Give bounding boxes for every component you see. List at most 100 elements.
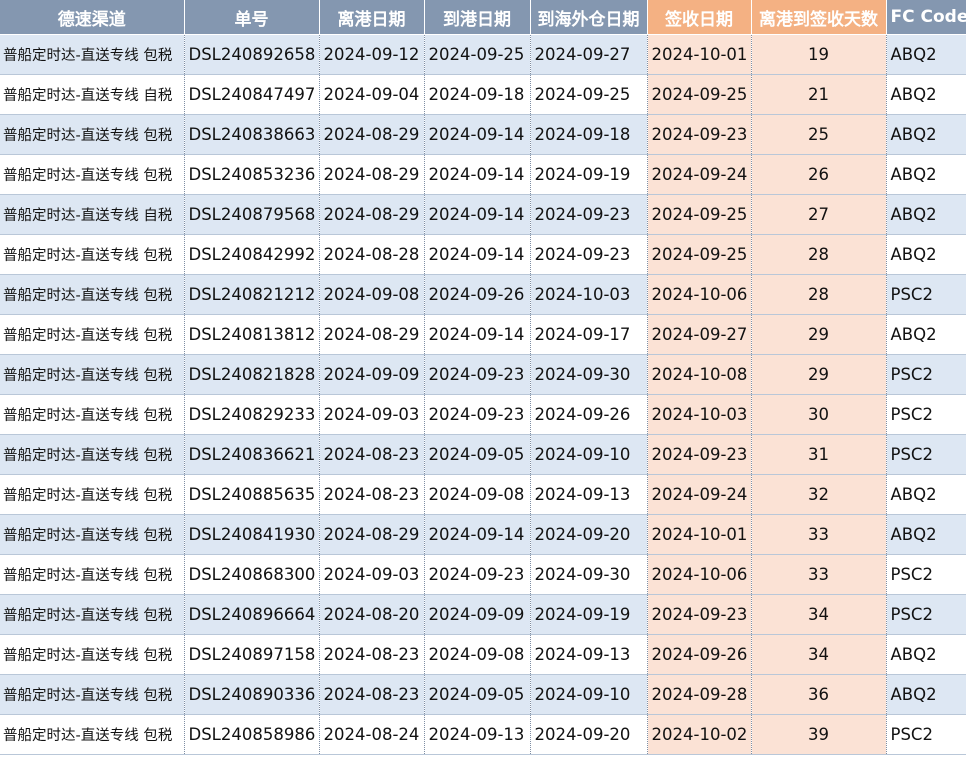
cell-warehouse-date[interactable]: 2024-09-19 [530,154,648,195]
cell-arrive-date[interactable]: 2024-09-08 [424,474,531,515]
cell-fc-code[interactable]: ABQ2 [886,514,966,555]
cell-fc-code[interactable]: ABQ2 [886,314,966,355]
cell-depart-date[interactable]: 2024-08-29 [319,114,425,155]
col-header-warehouse-date[interactable]: 到海外仓日期 [530,0,648,35]
cell-arrive-date[interactable]: 2024-09-25 [424,34,531,75]
cell-arrive-date[interactable]: 2024-09-23 [424,354,531,395]
cell-order-number[interactable]: DSL240821212 [184,274,320,315]
col-header-order[interactable]: 单号 [184,0,320,35]
cell-arrive-date[interactable]: 2024-09-13 [424,714,531,755]
cell-channel[interactable]: 普船定时达-直送专线 包税 [0,474,185,515]
cell-warehouse-date[interactable]: 2024-09-13 [530,474,648,515]
cell-signed-date[interactable]: 2024-09-24 [647,474,752,515]
cell-channel[interactable]: 普船定时达-直送专线 包税 [0,234,185,275]
cell-channel[interactable]: 普船定时达-直送专线 包税 [0,314,185,355]
cell-signed-date[interactable]: 2024-09-23 [647,114,752,155]
cell-fc-code[interactable]: ABQ2 [886,34,966,75]
cell-warehouse-date[interactable]: 2024-09-26 [530,394,648,435]
cell-order-number[interactable]: DSL240829233 [184,394,320,435]
cell-order-number[interactable]: DSL240836621 [184,434,320,475]
cell-days[interactable]: 34 [751,594,887,635]
cell-depart-date[interactable]: 2024-08-29 [319,154,425,195]
cell-warehouse-date[interactable]: 2024-09-18 [530,114,648,155]
cell-arrive-date[interactable]: 2024-09-14 [424,234,531,275]
cell-arrive-date[interactable]: 2024-09-05 [424,674,531,715]
col-header-fc-code[interactable]: FC Code [886,0,966,35]
col-header-arrive-date[interactable]: 到港日期 [424,0,531,35]
cell-depart-date[interactable]: 2024-09-03 [319,554,425,595]
cell-signed-date[interactable]: 2024-10-02 [647,714,752,755]
cell-order-number[interactable]: DSL240821828 [184,354,320,395]
cell-days[interactable]: 31 [751,434,887,475]
cell-fc-code[interactable]: ABQ2 [886,674,966,715]
cell-days[interactable]: 27 [751,194,887,235]
cell-depart-date[interactable]: 2024-09-03 [319,394,425,435]
cell-warehouse-date[interactable]: 2024-09-17 [530,314,648,355]
cell-depart-date[interactable]: 2024-09-09 [319,354,425,395]
cell-fc-code[interactable]: ABQ2 [886,114,966,155]
cell-channel[interactable]: 普船定时达-直送专线 包税 [0,594,185,635]
cell-days[interactable]: 36 [751,674,887,715]
cell-arrive-date[interactable]: 2024-09-14 [424,314,531,355]
cell-depart-date[interactable]: 2024-08-23 [319,634,425,675]
cell-order-number[interactable]: DSL240842992 [184,234,320,275]
cell-arrive-date[interactable]: 2024-09-14 [424,154,531,195]
cell-arrive-date[interactable]: 2024-09-18 [424,74,531,115]
cell-warehouse-date[interactable]: 2024-09-20 [530,714,648,755]
cell-fc-code[interactable]: PSC2 [886,554,966,595]
cell-warehouse-date[interactable]: 2024-09-23 [530,234,648,275]
cell-signed-date[interactable]: 2024-09-25 [647,74,752,115]
cell-signed-date[interactable]: 2024-10-06 [647,274,752,315]
cell-order-number[interactable]: DSL240813812 [184,314,320,355]
cell-fc-code[interactable]: PSC2 [886,434,966,475]
cell-channel[interactable]: 普船定时达-直送专线 包税 [0,154,185,195]
cell-arrive-date[interactable]: 2024-09-14 [424,514,531,555]
cell-depart-date[interactable]: 2024-09-04 [319,74,425,115]
cell-fc-code[interactable]: ABQ2 [886,634,966,675]
cell-warehouse-date[interactable]: 2024-09-30 [530,354,648,395]
cell-order-number[interactable]: DSL240858986 [184,714,320,755]
cell-warehouse-date[interactable]: 2024-09-27 [530,34,648,75]
cell-order-number[interactable]: DSL240879568 [184,194,320,235]
cell-order-number[interactable]: DSL240853236 [184,154,320,195]
cell-order-number[interactable]: DSL240897158 [184,634,320,675]
cell-arrive-date[interactable]: 2024-09-09 [424,594,531,635]
cell-channel[interactable]: 普船定时达-直送专线 包税 [0,114,185,155]
cell-signed-date[interactable]: 2024-09-28 [647,674,752,715]
cell-order-number[interactable]: DSL240841930 [184,514,320,555]
cell-signed-date[interactable]: 2024-10-01 [647,514,752,555]
cell-signed-date[interactable]: 2024-09-24 [647,154,752,195]
cell-warehouse-date[interactable]: 2024-09-23 [530,194,648,235]
cell-fc-code[interactable]: ABQ2 [886,474,966,515]
cell-depart-date[interactable]: 2024-08-20 [319,594,425,635]
cell-days[interactable]: 21 [751,74,887,115]
col-header-channel[interactable]: 德速渠道 [0,0,185,35]
cell-depart-date[interactable]: 2024-08-23 [319,434,425,475]
cell-days[interactable]: 33 [751,554,887,595]
cell-days[interactable]: 30 [751,394,887,435]
cell-arrive-date[interactable]: 2024-09-08 [424,634,531,675]
cell-depart-date[interactable]: 2024-08-28 [319,234,425,275]
cell-days[interactable]: 34 [751,634,887,675]
cell-fc-code[interactable]: ABQ2 [886,194,966,235]
cell-channel[interactable]: 普船定时达-直送专线 包税 [0,394,185,435]
cell-channel[interactable]: 普船定时达-直送专线 自税 [0,74,185,115]
cell-fc-code[interactable]: ABQ2 [886,74,966,115]
cell-order-number[interactable]: DSL240868300 [184,554,320,595]
cell-channel[interactable]: 普船定时达-直送专线 包税 [0,514,185,555]
cell-depart-date[interactable]: 2024-08-29 [319,314,425,355]
cell-days[interactable]: 19 [751,34,887,75]
cell-order-number[interactable]: DSL240838663 [184,114,320,155]
cell-channel[interactable]: 普船定时达-直送专线 包税 [0,34,185,75]
cell-fc-code[interactable]: PSC2 [886,594,966,635]
cell-channel[interactable]: 普船定时达-直送专线 包税 [0,554,185,595]
cell-arrive-date[interactable]: 2024-09-14 [424,194,531,235]
cell-warehouse-date[interactable]: 2024-09-25 [530,74,648,115]
cell-channel[interactable]: 普船定时达-直送专线 包税 [0,634,185,675]
cell-days[interactable]: 28 [751,234,887,275]
cell-depart-date[interactable]: 2024-08-23 [319,674,425,715]
col-header-signed-date[interactable]: 签收日期 [647,0,752,35]
cell-days[interactable]: 25 [751,114,887,155]
cell-depart-date[interactable]: 2024-08-23 [319,474,425,515]
cell-fc-code[interactable]: PSC2 [886,274,966,315]
